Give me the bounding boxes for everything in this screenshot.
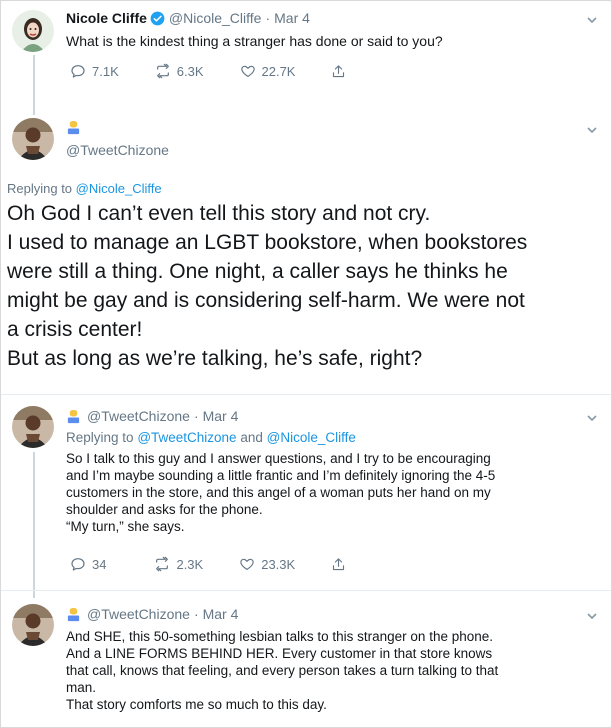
like-count: 22.7K <box>261 63 296 79</box>
reply-icon <box>71 558 85 571</box>
handle[interactable]: @Nicole_Cliffe <box>169 10 262 26</box>
tweet-text-line: That story comforts me so much to this d… <box>66 697 327 712</box>
tweet-text: What is the kindest thing a stranger has… <box>66 33 443 49</box>
share-icon <box>333 64 345 77</box>
share-button[interactable] <box>331 557 346 572</box>
tweet-text-line: But as long as we’re talking, he’s safe,… <box>7 347 423 370</box>
divider <box>0 394 612 395</box>
tweet-text: And SHE, this 50-something lesbian talks… <box>66 628 606 713</box>
tweet-actions: 7.1K 6.3K 22.7K <box>70 63 386 79</box>
separator-dot: · <box>265 10 271 26</box>
replying-label: Replying to <box>66 430 134 445</box>
tweet-text-line: I used to manage an LGBT bookstore, when… <box>7 231 528 254</box>
tweet-text-line: a crisis center! <box>7 318 143 341</box>
separator-dot: · <box>193 606 199 622</box>
tweet-header: @TweetChizone <box>66 142 169 158</box>
retweet-icon <box>156 63 169 79</box>
thread-line <box>33 55 35 115</box>
replying-to: Replying to @Nicole_Cliffe <box>7 181 162 196</box>
mention-link[interactable]: @Nicole_Cliffe <box>76 181 162 196</box>
separator-dot: · <box>193 408 199 424</box>
replying-and: and <box>240 430 263 445</box>
tweet-text-line: And SHE, this 50-something lesbian talks… <box>66 629 493 644</box>
handle[interactable]: @TweetChizone <box>66 142 169 158</box>
chevron-down-icon[interactable] <box>586 124 598 136</box>
emoji-badge-icon <box>66 120 81 135</box>
reply-count: 7.1K <box>92 63 119 79</box>
tweet-text-line: Oh God I can’t even tell this story and … <box>7 202 431 225</box>
chevron-down-icon[interactable] <box>586 14 598 26</box>
reply-button[interactable]: 7.1K <box>70 63 119 79</box>
verified-badge-icon <box>150 11 165 26</box>
tweet-date[interactable]: Mar 4 <box>274 10 310 26</box>
like-button[interactable]: 22.7K <box>240 63 296 79</box>
tweet-text-line: and I’m maybe sounding a little frantic … <box>66 468 496 483</box>
like-button[interactable]: 23.3K <box>239 556 295 572</box>
tweet-text-line: So I talk to this guy and I answer quest… <box>66 451 491 466</box>
heart-icon <box>240 65 255 77</box>
tweet-text: Oh God I can’t even tell this story and … <box>7 199 607 373</box>
tweet-header: @TweetChizone · Mar 4 <box>66 408 238 424</box>
share-button[interactable] <box>331 64 346 79</box>
handle[interactable]: @TweetChizone <box>87 408 190 424</box>
like-count: 23.3K <box>261 556 296 572</box>
retweet-icon <box>156 556 169 572</box>
tweet-text-line: that call, knows that feeling, and every… <box>66 663 499 678</box>
retweet-count: 2.3K <box>176 556 204 572</box>
tweet-text-line: man. <box>66 680 97 695</box>
chevron-down-icon[interactable] <box>586 610 598 622</box>
mention-link[interactable]: @Nicole_Cliffe <box>267 430 356 445</box>
emoji-badge-icon <box>66 607 81 622</box>
avatar[interactable] <box>12 10 54 52</box>
tweet-date[interactable]: Mar 4 <box>203 606 239 622</box>
avatar[interactable] <box>12 406 54 448</box>
tweet-header <box>66 120 87 135</box>
tweet-date[interactable]: Mar 4 <box>203 408 239 424</box>
tweet-text-line: And a LINE FORMS BEHIND HER. Every custo… <box>66 646 493 661</box>
replying-label: Replying to <box>7 181 73 196</box>
tweet-text-line: “My turn,” she says. <box>66 519 185 534</box>
chevron-down-icon[interactable] <box>586 412 598 424</box>
reply-icon <box>71 65 85 78</box>
tweet-header: Nicole Cliffe @Nicole_Cliffe · Mar 4 <box>66 10 310 26</box>
divider <box>0 590 612 591</box>
replying-to: Replying to @TweetChizone and @Nicole_Cl… <box>66 430 356 445</box>
tweet-actions: 34 2.3K 23.3K <box>70 556 386 572</box>
tweet-text-line: shoulder and asks for the phone. <box>66 502 263 517</box>
retweet-count: 6.3K <box>176 63 204 79</box>
emoji-badge-icon <box>66 409 81 424</box>
tweet-text-line: were still a thing. One night, a caller … <box>7 260 508 283</box>
tweet-text-line: customers in the store, and this angel o… <box>66 485 491 500</box>
handle[interactable]: @TweetChizone <box>87 606 190 622</box>
mention-link[interactable]: @TweetChizone <box>137 430 236 445</box>
avatar[interactable] <box>12 118 54 160</box>
avatar[interactable] <box>12 604 54 646</box>
retweet-button[interactable]: 6.3K <box>155 63 204 79</box>
tweet-text: So I talk to this guy and I answer quest… <box>66 450 602 535</box>
tweet-text-line: might be gay and is considering self-har… <box>7 289 525 312</box>
share-icon <box>333 557 345 570</box>
thread-line <box>33 452 35 598</box>
heart-icon <box>240 558 254 570</box>
tweet-header: @TweetChizone · Mar 4 <box>66 606 238 622</box>
reply-button[interactable]: 34 <box>70 556 106 572</box>
retweet-button[interactable]: 2.3K <box>154 556 203 572</box>
reply-count: 34 <box>92 556 107 572</box>
display-name[interactable]: Nicole Cliffe <box>66 10 147 26</box>
